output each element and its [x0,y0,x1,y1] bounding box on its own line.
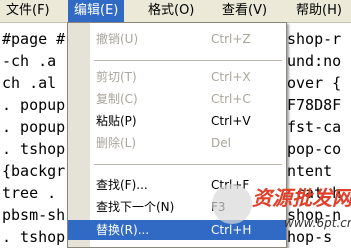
watermark: 资源批发网 www.6pt.cn [212,176,351,246]
editor-line-tail: F78D8F [287,96,342,114]
find-label: 查找(F)... [96,178,148,192]
menu-separator [94,60,282,61]
menu-item-undo[interactable]: 撤销(U) Ctrl+Z [68,29,286,49]
delete-shortcut: Del [211,136,231,150]
menu-separator [94,164,282,165]
editor-line-tail: over { [287,74,342,92]
undo-label: 撤销(U) [96,32,139,46]
undo-shortcut: Ctrl+Z [211,32,251,46]
menu-bar: 文件(F) 编辑(E) 格式(O) 查看(V) 帮助(H) [0,0,351,23]
editor-line: . popup- [2,118,75,136]
watermark-logo-icon [212,184,252,224]
menu-item-delete[interactable]: 删除(L) Del [68,133,286,153]
editor-line: pbsm-sh [2,206,66,224]
delete-label: 删除(L) [96,136,137,150]
copy-shortcut: Ctrl+C [211,92,251,106]
menu-format[interactable]: 格式(O) [142,0,200,22]
menu-item-cut[interactable]: 剪切(T) Ctrl+X [68,67,286,87]
editor-line-tail: pop-co [287,140,342,158]
editor-line: {backgr [2,162,66,180]
editor-line: tree . [2,184,57,202]
menu-item-paste[interactable]: 粘贴(P) Ctrl+V [68,111,286,131]
editor-line: . popup- [2,96,75,114]
editor-line: . tshop- [2,140,75,158]
menu-file[interactable]: 文件(F) [0,0,56,22]
watermark-text: 资源批发网 [252,186,351,210]
copy-label: 复制(C) [96,92,138,106]
paste-label: 粘贴(P) [96,114,137,128]
editor-line: . tshop- [2,228,75,246]
menu-help[interactable]: 帮助(H) [290,0,348,22]
find-next-label: 查找下一个(N) [96,200,175,214]
editor-line-tail: shop-r [287,30,342,48]
editor-line: #page # [2,30,66,48]
replace-label: 替换(R)... [96,223,150,237]
watermark-site: www.6pt.cn [284,216,351,230]
editor-line-tail: und:no [287,52,342,70]
editor-line: ch .al [2,74,57,92]
cut-label: 剪切(T) [96,70,137,84]
paste-shortcut: Ctrl+V [211,114,251,128]
menu-edit[interactable]: 编辑(E) [68,0,125,22]
menu-item-copy[interactable]: 复制(C) Ctrl+C [68,89,286,109]
editor-line-tail: fst-ca [287,118,342,136]
cut-shortcut: Ctrl+X [211,70,251,84]
menu-view[interactable]: 查看(V) [216,0,273,22]
editor-line: -ch .a [2,52,57,70]
